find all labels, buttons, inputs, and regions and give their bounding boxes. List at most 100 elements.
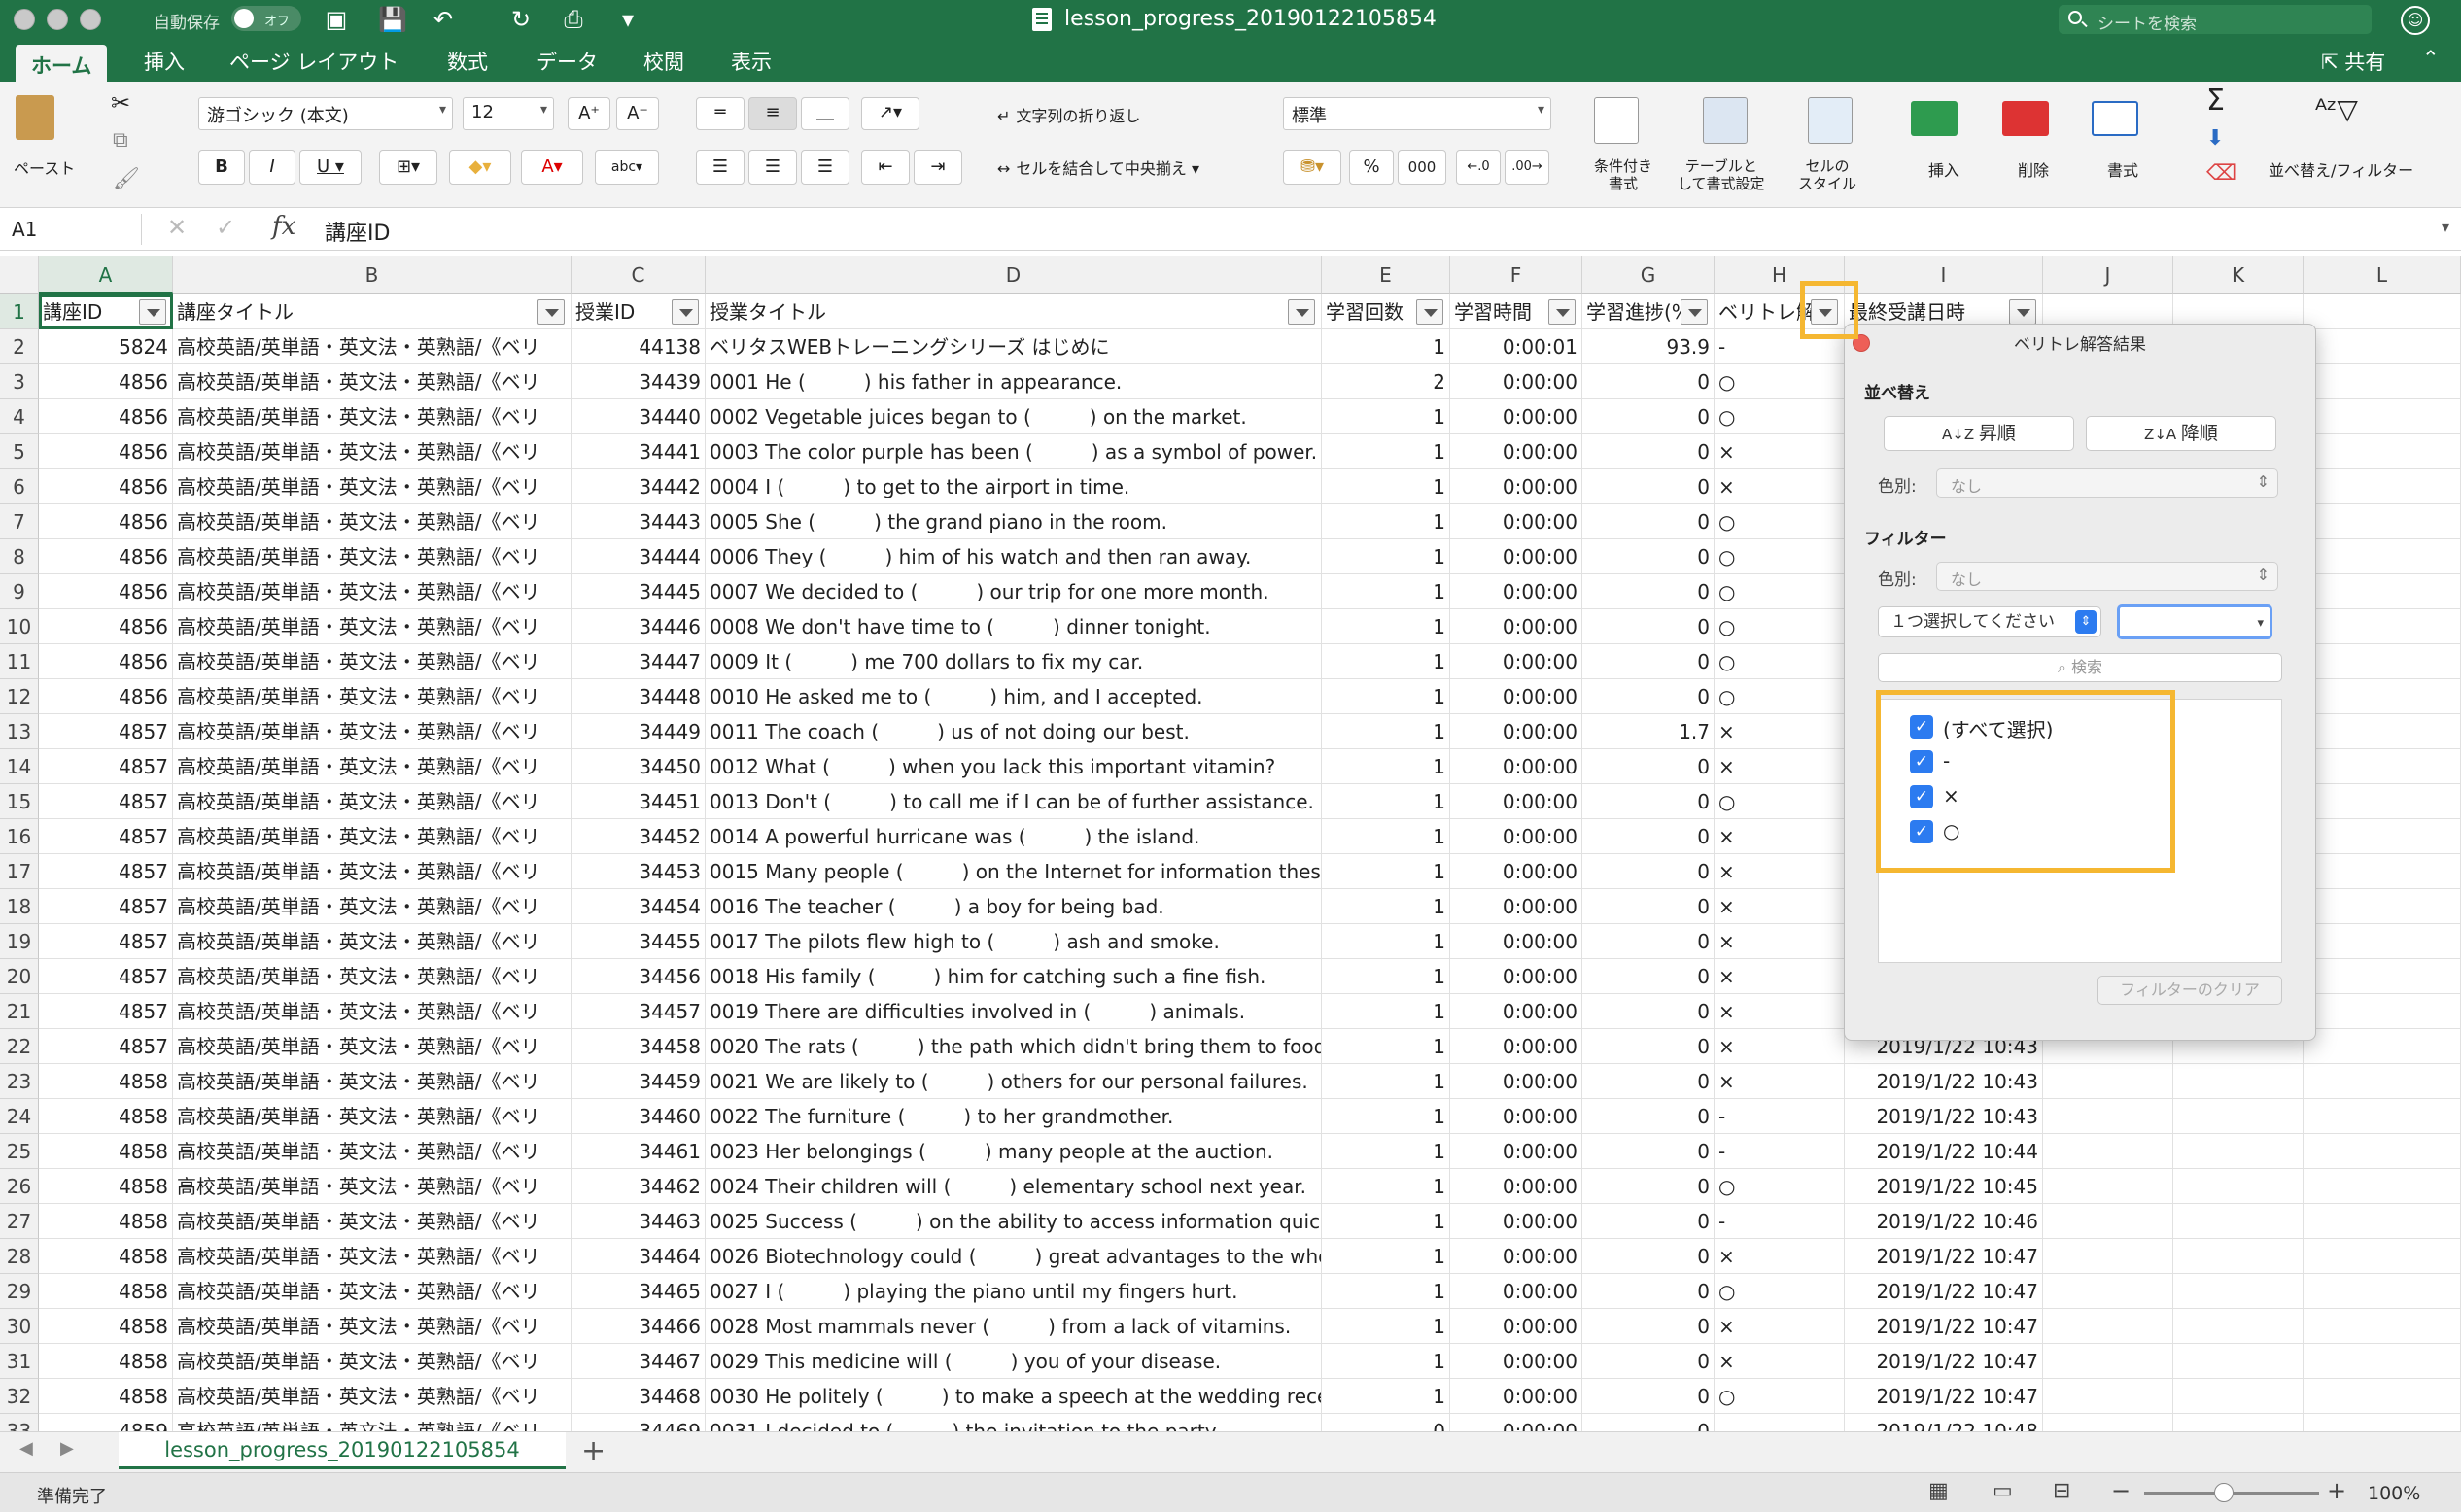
empty-cell[interactable] xyxy=(2304,749,2461,784)
table-cell[interactable]: 0007 We decided to ( ) our trip for one … xyxy=(706,574,1322,609)
table-cell[interactable]: 0:00:00 xyxy=(1450,469,1582,504)
table-cell[interactable]: 1 xyxy=(1322,504,1450,539)
empty-cell[interactable] xyxy=(2043,1204,2173,1239)
table-cell[interactable]: 1 xyxy=(1322,434,1450,469)
empty-cell[interactable] xyxy=(2304,1414,2461,1431)
table-cell[interactable]: 0:00:00 xyxy=(1450,1414,1582,1431)
formula-input[interactable]: 講座ID xyxy=(325,216,390,247)
table-cell[interactable]: 4856 xyxy=(39,434,173,469)
table-cell[interactable]: 0029 This medicine will ( ) you of your … xyxy=(706,1344,1322,1379)
table-cell[interactable]: 0:00:00 xyxy=(1450,574,1582,609)
minimize-window-icon[interactable] xyxy=(47,9,68,30)
empty-cell[interactable] xyxy=(2043,1099,2173,1134)
row-header[interactable]: 7 xyxy=(0,504,39,539)
table-cell[interactable]: 高校英語/英単語・英文法・英熟語/《ベリ xyxy=(173,679,572,714)
table-cell[interactable]: 34452 xyxy=(572,819,706,854)
comma-style-button[interactable]: 000 xyxy=(1398,150,1446,185)
empty-cell[interactable] xyxy=(2304,294,2461,329)
empty-cell[interactable] xyxy=(2304,679,2461,714)
table-cell[interactable]: 1.7 xyxy=(1582,714,1715,749)
table-cell[interactable]: 4857 xyxy=(39,1029,173,1064)
empty-cell[interactable] xyxy=(2173,1064,2304,1099)
table-cell[interactable]: 34442 xyxy=(572,469,706,504)
table-cell[interactable]: 34462 xyxy=(572,1169,706,1204)
header-cell[interactable]: 学習回数 xyxy=(1322,294,1450,329)
table-cell[interactable]: 1 xyxy=(1322,609,1450,644)
table-cell[interactable]: 0 xyxy=(1582,1379,1715,1414)
autosave-toggle[interactable]: オフ xyxy=(231,6,301,31)
increase-indent-icon[interactable]: ⇥ xyxy=(914,150,962,185)
table-cell[interactable]: 0:00:00 xyxy=(1450,784,1582,819)
table-cell[interactable]: 高校英語/英単語・英文法・英熟語/《ベリ xyxy=(173,469,572,504)
table-cell[interactable]: 4857 xyxy=(39,854,173,889)
header-cell[interactable]: 授業ID xyxy=(572,294,706,329)
orientation-icon[interactable]: ↗▾ xyxy=(861,97,919,130)
table-cell[interactable]: × xyxy=(1715,819,1845,854)
table-cell[interactable]: 高校英語/英単語・英文法・英熟語/《ベリ xyxy=(173,539,572,574)
empty-cell[interactable] xyxy=(2304,609,2461,644)
table-cell[interactable]: 0 xyxy=(1582,364,1715,399)
prev-sheet-icon[interactable]: ◀ xyxy=(19,1438,33,1459)
table-cell[interactable]: 0017 The pilots flew high to ( ) ash and… xyxy=(706,924,1322,959)
row-header[interactable]: 9 xyxy=(0,574,39,609)
table-cell[interactable]: 34463 xyxy=(572,1204,706,1239)
table-cell[interactable]: 1 xyxy=(1322,1379,1450,1414)
empty-cell[interactable] xyxy=(2304,574,2461,609)
empty-cell[interactable] xyxy=(2043,1274,2173,1309)
row-header[interactable]: 26 xyxy=(0,1169,39,1204)
table-cell[interactable]: 0 xyxy=(1582,1414,1715,1431)
table-cell[interactable]: × xyxy=(1715,889,1845,924)
table-cell[interactable]: 0:00:00 xyxy=(1450,1169,1582,1204)
table-cell[interactable]: 0 xyxy=(1582,504,1715,539)
decrease-font-icon[interactable]: A⁻ xyxy=(616,97,659,130)
row-header[interactable]: 19 xyxy=(0,924,39,959)
align-middle-icon[interactable]: ≡ xyxy=(748,97,797,130)
row-header[interactable]: 15 xyxy=(0,784,39,819)
column-header[interactable]: L xyxy=(2304,256,2461,294)
table-cell[interactable]: 0022 The furniture ( ) to her grandmothe… xyxy=(706,1099,1322,1134)
tab-data[interactable]: データ xyxy=(537,47,598,76)
empty-cell[interactable] xyxy=(2173,1239,2304,1274)
empty-cell[interactable] xyxy=(2043,1414,2173,1431)
table-cell[interactable]: - xyxy=(1715,1134,1845,1169)
table-cell[interactable]: 高校英語/英単語・英文法・英熟語/《ベリ xyxy=(173,784,572,819)
empty-cell[interactable] xyxy=(2304,1239,2461,1274)
percent-style-button[interactable]: % xyxy=(1349,150,1394,185)
row-header[interactable]: 25 xyxy=(0,1134,39,1169)
condition-select[interactable]: １つ選択してください ⇕ xyxy=(1878,606,2101,637)
table-cell[interactable]: 1 xyxy=(1322,784,1450,819)
copy-icon[interactable]: ⧉ xyxy=(113,128,128,153)
enter-icon[interactable]: ✓ xyxy=(216,214,235,241)
table-cell[interactable]: 0030 He politely ( ) to make a speech at… xyxy=(706,1379,1322,1414)
table-cell[interactable]: 0:00:00 xyxy=(1450,1099,1582,1134)
row-header[interactable]: 11 xyxy=(0,644,39,679)
table-cell[interactable]: 0 xyxy=(1582,1064,1715,1099)
table-cell[interactable]: 4856 xyxy=(39,539,173,574)
font-name-select[interactable]: 游ゴシック (本文) xyxy=(198,97,453,130)
table-cell[interactable]: - xyxy=(1715,1204,1845,1239)
empty-cell[interactable] xyxy=(2304,924,2461,959)
increase-decimal-icon[interactable]: ←.0 xyxy=(1456,150,1501,185)
table-cell[interactable]: 高校英語/英単語・英文法・英熟語/《ベリ xyxy=(173,434,572,469)
table-cell[interactable]: 34447 xyxy=(572,644,706,679)
table-cell[interactable]: 1 xyxy=(1322,889,1450,924)
row-header[interactable]: 21 xyxy=(0,994,39,1029)
table-cell[interactable]: 4859 xyxy=(39,1414,173,1431)
empty-cell[interactable] xyxy=(2173,1344,2304,1379)
table-cell[interactable]: 高校英語/英単語・英文法・英熟語/《ベリ xyxy=(173,1029,572,1064)
row-header[interactable]: 1 xyxy=(0,294,39,329)
table-cell[interactable]: 34454 xyxy=(572,889,706,924)
fill-color-icon[interactable]: ◆▾ xyxy=(449,150,511,185)
table-cell[interactable]: 0006 They ( ) him of his watch and then … xyxy=(706,539,1322,574)
row-header[interactable]: 4 xyxy=(0,399,39,434)
table-cell[interactable]: 1 xyxy=(1322,994,1450,1029)
paste-icon[interactable] xyxy=(16,95,54,140)
customize-toolbar-icon[interactable]: ▾ xyxy=(612,4,643,35)
table-cell[interactable]: 34466 xyxy=(572,1309,706,1344)
empty-cell[interactable] xyxy=(2304,784,2461,819)
table-cell[interactable]: 0016 The teacher ( ) a boy for being bad… xyxy=(706,889,1322,924)
table-cell[interactable]: ○ xyxy=(1715,504,1845,539)
insert-cells-icon[interactable] xyxy=(1911,101,1958,136)
table-cell[interactable]: ○ xyxy=(1715,1169,1845,1204)
table-cell[interactable]: 1 xyxy=(1322,679,1450,714)
